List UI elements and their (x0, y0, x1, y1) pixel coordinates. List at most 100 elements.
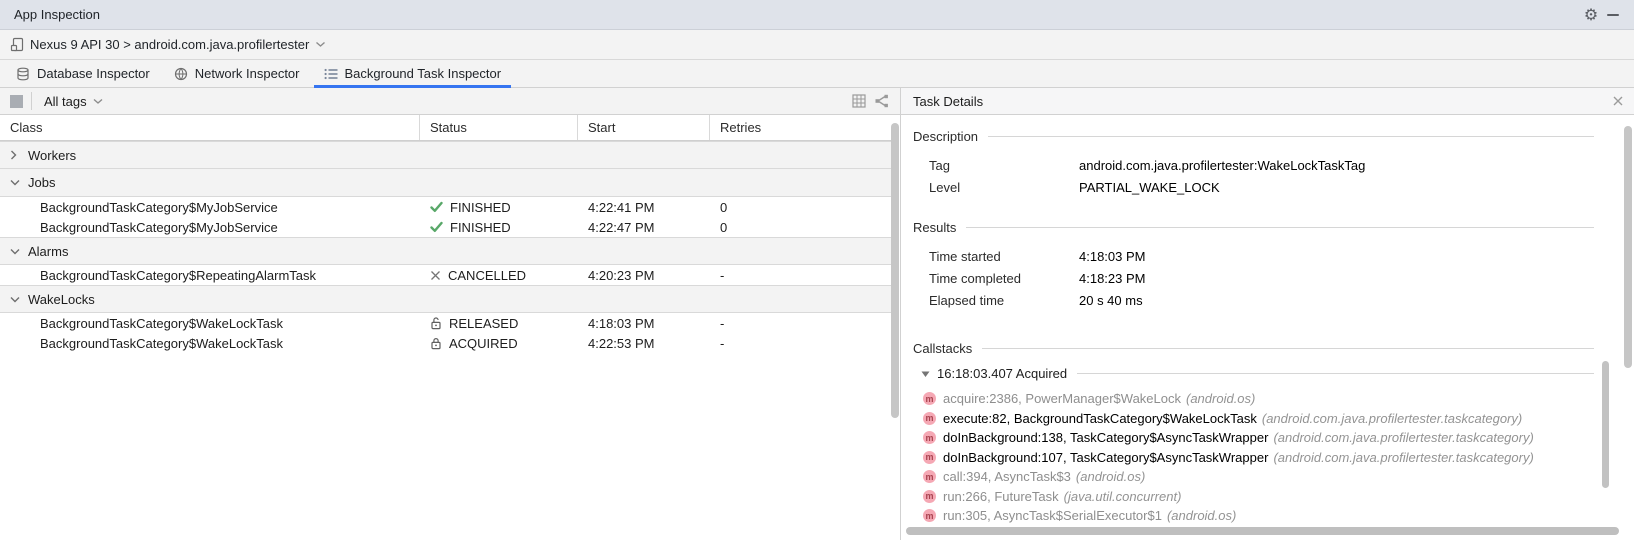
frame-method: run:305, AsyncTask$SerialExecutor$1 (943, 508, 1162, 523)
method-icon: m (923, 470, 936, 483)
task-details-header: Task Details (901, 88, 1634, 115)
scrollbar-thumb[interactable] (891, 123, 899, 418)
column-header-start[interactable]: Start (578, 115, 710, 140)
frame-method: call:394, AsyncTask$3 (943, 469, 1071, 484)
details-horizontal-scrollbar[interactable] (906, 527, 1619, 535)
group-row-workers[interactable]: Workers (0, 141, 893, 169)
callstack-entry-header[interactable]: 16:18:03.407 Acquired (921, 366, 1594, 381)
group-row-alarms[interactable]: Alarms (0, 237, 893, 265)
frame-package: (android.os) (1167, 508, 1236, 523)
method-icon: m (923, 431, 936, 444)
stop-icon[interactable] (10, 95, 23, 108)
frame-package: (android.com.java.profilertester.taskcat… (1273, 430, 1533, 445)
chevron-down-icon (93, 98, 103, 105)
tool-window-titlebar: App Inspection ⚙ (0, 0, 1634, 30)
method-icon: m (923, 509, 936, 522)
close-icon[interactable] (1612, 95, 1624, 107)
callstack-frame[interactable]: mdoInBackground:107, TaskCategory$AsyncT… (923, 448, 1594, 468)
graph-view-icon[interactable] (870, 91, 892, 111)
tab-background-task-inspector[interactable]: Background Task Inspector (312, 60, 514, 87)
field-value: 4:18:23 PM (1079, 271, 1146, 286)
chevron-right-icon[interactable] (10, 150, 20, 160)
cell-retries: - (710, 336, 893, 351)
chevron-down-icon[interactable] (10, 179, 20, 186)
cell-class: BackgroundTaskCategory$MyJobService (0, 200, 420, 215)
process-selector-label: Nexus 9 API 30 > android.com.java.profil… (30, 37, 309, 52)
chevron-down-icon[interactable] (10, 296, 20, 303)
task-details-content: Description Tagandroid.com.java.profiler… (901, 115, 1634, 526)
callstack-frame[interactable]: mrun:266, FutureTask(java.util.concurren… (923, 487, 1594, 507)
cancelled-cross-icon (430, 270, 441, 281)
frame-package: (android.os) (1186, 391, 1255, 406)
group-row-wakelocks[interactable]: WakeLocks (0, 285, 893, 313)
field-value: android.com.java.profilertester:WakeLock… (1079, 158, 1365, 173)
tab-label: Background Task Inspector (345, 66, 502, 81)
callstack-frame[interactable]: m run:305, AsyncTask$SerialExecutor$1 (and… (923, 506, 1594, 526)
table-row[interactable]: BackgroundTaskCategory$MyJobService FINIS… (0, 197, 893, 217)
tag-filter-dropdown[interactable]: All tags (44, 94, 103, 109)
column-header-retries[interactable]: Retries (710, 115, 893, 140)
cell-class: BackgroundTaskCategory$WakeLockTask (0, 336, 420, 351)
column-header-status[interactable]: Status (420, 115, 578, 140)
callstack-vertical-scrollbar[interactable] (1602, 361, 1609, 488)
cell-retries: - (710, 316, 893, 331)
process-selector-bar[interactable]: Nexus 9 API 30 > android.com.java.profil… (0, 30, 1634, 60)
method-icon: m (923, 451, 936, 464)
table-row[interactable]: BackgroundTaskCategory$RepeatingAlarmTas… (0, 265, 893, 285)
column-header-class[interactable]: Class (0, 115, 420, 140)
task-details-panel: Task Details Description Tagandroid.com.… (901, 88, 1634, 540)
callstack-frame[interactable]: m doInBackground:138, TaskCategory$AsyncT… (923, 428, 1594, 448)
field-value: 20 s 40 ms (1079, 293, 1143, 308)
group-label: Jobs (28, 175, 55, 190)
frame-package: (android.com.java.profilertester.taskcat… (1262, 411, 1522, 426)
tab-database-inspector[interactable]: Database Inspector (4, 60, 162, 87)
chevron-down-icon[interactable] (10, 248, 20, 255)
callstacks-section-header: Callstacks (913, 341, 1594, 356)
field-label: Time started (929, 249, 1079, 264)
method-icon: m (923, 392, 936, 405)
status-text: FINISHED (450, 220, 511, 235)
cell-class: BackgroundTaskCategory$MyJobService (0, 220, 420, 235)
cell-status: FINISHED (420, 220, 578, 235)
callstack-frame[interactable]: mcall:394, AsyncTask$3(android.os) (923, 467, 1594, 487)
tab-network-inspector[interactable]: Network Inspector (162, 60, 312, 87)
details-vertical-scrollbar[interactable] (1624, 116, 1632, 530)
table-row[interactable]: BackgroundTaskCategory$MyJobService FINIS… (0, 217, 893, 237)
cell-class: BackgroundTaskCategory$WakeLockTask (0, 316, 420, 331)
table-row[interactable]: BackgroundTaskCategory$WakeLockTaskRELEA… (0, 313, 893, 333)
callstack-frame[interactable]: m acquire:2386, PowerManager$WakeLock (and… (923, 389, 1594, 409)
cell-start: 4:22:47 PM (578, 220, 710, 235)
toolbar-separator (31, 92, 32, 110)
method-icon: m (923, 490, 936, 503)
cell-start: 4:18:03 PM (578, 316, 710, 331)
inspector-tabbar: Database Inspector Network Inspector Bac… (0, 60, 1634, 88)
results-section-header: Results (913, 220, 1594, 235)
settings-gear-icon[interactable]: ⚙ (1580, 4, 1602, 26)
scrollbar-thumb[interactable] (906, 527, 1619, 535)
collapse-triangle-icon[interactable] (921, 370, 930, 378)
field-value: PARTIAL_WAKE_LOCK (1079, 180, 1220, 195)
status-text: FINISHED (450, 200, 511, 215)
frame-method: doInBackground:138, TaskCategory$AsyncTa… (943, 430, 1268, 445)
table-row[interactable]: BackgroundTaskCategory$WakeLockTaskACQUI… (0, 333, 893, 353)
cell-status: ACQUIRED (420, 336, 578, 351)
frame-method: acquire:2386, PowerManager$WakeLock (943, 391, 1181, 406)
network-icon (174, 67, 188, 81)
detail-field-row: Tagandroid.com.java.profilertester:WakeL… (913, 154, 1594, 176)
table-view-icon[interactable] (848, 91, 870, 111)
group-row-jobs[interactable]: Jobs (0, 169, 893, 197)
background-task-table: Class Status Start Retries Workers Jobs Ba… (0, 115, 893, 353)
section-title: Results (913, 220, 956, 235)
table-vertical-scrollbar[interactable] (891, 116, 899, 540)
results-fields: Time started4:18:03 PMTime completed4:18… (913, 245, 1594, 311)
minimize-icon[interactable] (1602, 4, 1624, 26)
callstack-frame[interactable]: mexecute:82, BackgroundTaskCategory$Wake… (923, 409, 1594, 429)
scrollbar-thumb[interactable] (1624, 126, 1632, 368)
finished-check-icon (430, 201, 443, 213)
cell-retries: 0 (710, 200, 893, 215)
description-fields: Tagandroid.com.java.profilertester:WakeL… (913, 154, 1594, 198)
description-section-header: Description (913, 129, 1594, 144)
task-table-panel: All tags Class Status Start Retries Work… (0, 88, 901, 540)
detail-field-row: Elapsed time20 s 40 ms (913, 289, 1594, 311)
frame-package: (android.com.java.profilertester.taskcat… (1273, 450, 1533, 465)
